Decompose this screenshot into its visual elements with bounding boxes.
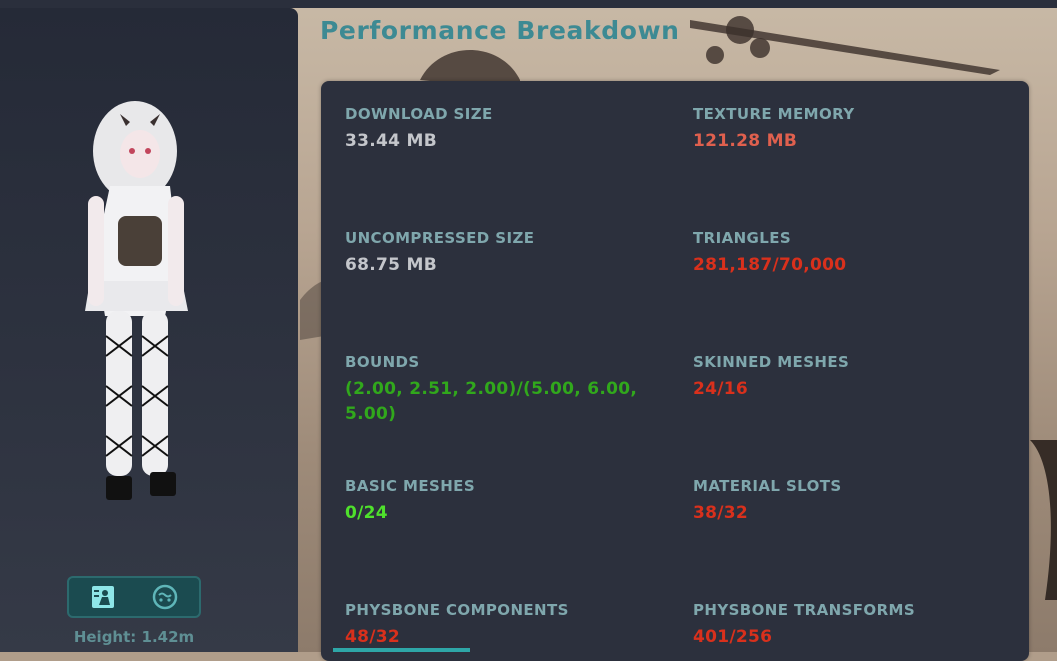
stat-value: 281,187/70,000 bbox=[693, 255, 847, 275]
avatar-preview[interactable] bbox=[70, 96, 200, 506]
stat-uncompressed-size: UNCOMPRESSED SIZE 68.75 MB bbox=[345, 229, 645, 278]
stat-download-size: DOWNLOAD SIZE 33.44 MB bbox=[345, 105, 645, 154]
avatar-details-icon bbox=[92, 586, 114, 608]
stat-value: (2.00, 2.51, 2.00)/(5.00, 6.00, 5.00) bbox=[345, 379, 638, 424]
stat-label: BASIC MESHES bbox=[345, 477, 476, 495]
stat-label: DOWNLOAD SIZE bbox=[345, 105, 493, 123]
stat-texture-memory: TEXTURE MEMORY 121.28 MB bbox=[693, 105, 1013, 154]
stat-triangles: TRIANGLES 281,187/70,000 bbox=[693, 229, 1013, 278]
stat-value: 24/16 bbox=[693, 379, 749, 399]
stat-basic-meshes: BASIC MESHES 0/24 bbox=[345, 477, 645, 526]
scroll-indicator bbox=[333, 648, 470, 652]
avatar-preview-panel: Height: 1.42m bbox=[0, 8, 298, 652]
view-toggle bbox=[67, 576, 201, 618]
stat-physbone-transforms: PHYSBONE TRANSFORMS 401/256 bbox=[693, 601, 1013, 650]
page-title: Performance Breakdown bbox=[320, 16, 680, 45]
avatar-details-button[interactable] bbox=[73, 582, 133, 612]
stat-skinned-meshes: SKINNED MESHES 24/16 bbox=[693, 353, 1013, 402]
stat-label: MATERIAL SLOTS bbox=[693, 477, 842, 495]
stat-label: PHYSBONE TRANSFORMS bbox=[693, 601, 916, 619]
stat-bounds: BOUNDS (2.00, 2.51, 2.00)/(5.00, 6.00, 5… bbox=[345, 353, 645, 427]
stat-label: TRIANGLES bbox=[693, 229, 792, 247]
stat-value: 38/32 bbox=[693, 503, 749, 523]
stat-value: 33.44 MB bbox=[345, 131, 437, 151]
stat-value: 121.28 MB bbox=[693, 131, 798, 151]
stat-value: 48/32 bbox=[345, 627, 401, 647]
stat-material-slots: MATERIAL SLOTS 38/32 bbox=[693, 477, 1013, 526]
stat-label: BOUNDS bbox=[345, 353, 420, 371]
stat-label: SKINNED MESHES bbox=[693, 353, 850, 371]
stat-value: 68.75 MB bbox=[345, 255, 437, 275]
stat-label: PHYSBONE COMPONENTS bbox=[345, 601, 569, 619]
avatar-height-label: Height: 1.42m bbox=[73, 628, 195, 646]
stat-label: UNCOMPRESSED SIZE bbox=[345, 229, 535, 247]
face-view-button[interactable] bbox=[135, 582, 195, 612]
stat-label: TEXTURE MEMORY bbox=[693, 105, 855, 123]
face-icon bbox=[152, 584, 178, 610]
stat-physbone-components: PHYSBONE COMPONENTS 48/32 bbox=[345, 601, 645, 650]
stat-value: 401/256 bbox=[693, 627, 773, 647]
stat-value: 0/24 bbox=[345, 503, 388, 523]
performance-stats-panel: DOWNLOAD SIZE 33.44 MB TEXTURE MEMORY 12… bbox=[321, 81, 1029, 661]
